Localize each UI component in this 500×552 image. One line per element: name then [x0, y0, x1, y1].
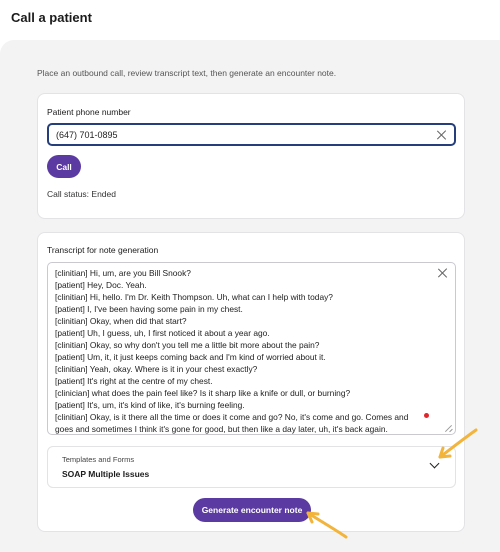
annotation-arrows — [306, 428, 478, 539]
arrow-to-generate-icon — [306, 511, 348, 539]
arrow-to-templates-icon — [438, 428, 478, 459]
